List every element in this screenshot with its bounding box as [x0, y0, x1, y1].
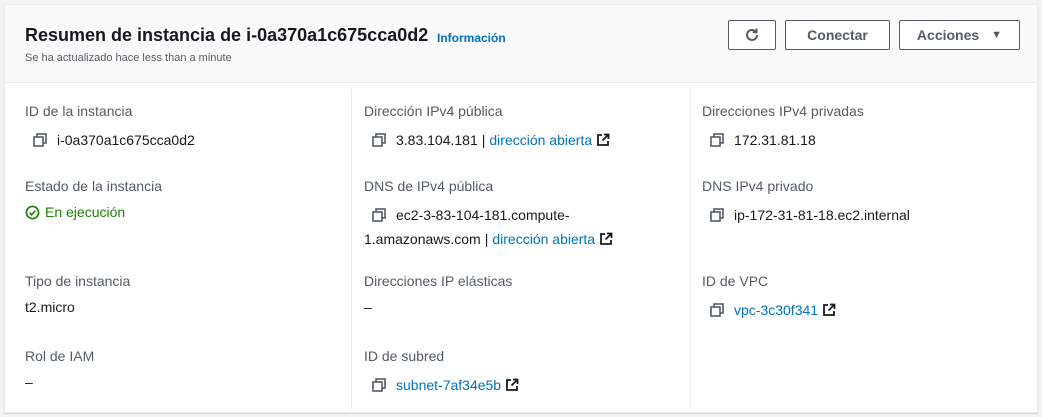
field-private-ipv4: Direcciones IPv4 privadas 172.31.81.18	[702, 103, 864, 148]
vpc-id-link[interactable]: vpc-3c30f341	[734, 302, 818, 318]
field-value: ip-172-31-81-18.ec2.internal	[710, 207, 910, 223]
copy-icon[interactable]	[372, 378, 386, 392]
separator: |	[484, 231, 489, 247]
copy-icon[interactable]	[710, 208, 724, 222]
field-label: DNS IPv4 privado	[702, 178, 814, 194]
field-public-ipv4: Dirección IPv4 pública 3.83.104.181 | di…	[364, 103, 610, 148]
subnet-id-link[interactable]: subnet-7af34e5b	[396, 377, 501, 393]
actions-dropdown[interactable]: Acciones ▼	[899, 20, 1020, 50]
field-label: DNS de IPv4 pública	[364, 178, 494, 194]
field-label: ID de subred	[364, 348, 445, 364]
field-label: Estado de la instancia	[25, 178, 162, 194]
field-label: Dirección IPv4 pública	[364, 103, 503, 119]
public-ipv4-value: 3.83.104.181	[396, 132, 478, 148]
public-dns-value-continued: 1.amazonaws.com	[364, 231, 481, 247]
caret-down-icon: ▼	[991, 29, 1003, 41]
instance-summary-panel: Resumen de instancia de i-0a370a1c675cca…	[4, 4, 1038, 413]
last-updated-text: Se ha actualizado hace less than a minut…	[25, 52, 232, 64]
field-private-dns: DNS IPv4 privado ip-172-31-81-18.ec2.int…	[702, 178, 910, 223]
public-dns-value: ec2-3-83-104-181.compute-	[396, 207, 570, 223]
iam-role-value: –	[25, 374, 33, 390]
external-link-icon[interactable]	[599, 232, 613, 246]
copy-icon[interactable]	[33, 133, 47, 147]
open-address-link[interactable]: dirección abierta	[489, 132, 592, 148]
column-divider	[690, 89, 691, 409]
status-badge: En ejecución	[25, 204, 162, 220]
actions-label: Acciones	[916, 27, 980, 43]
field-value: i-0a370a1c675cca0d2	[33, 132, 195, 148]
copy-icon[interactable]	[710, 133, 724, 147]
elastic-ip-value: –	[364, 299, 372, 315]
private-ipv4-value: 172.31.81.18	[734, 132, 816, 148]
field-label: Direcciones IPv4 privadas	[702, 103, 864, 119]
check-circle-icon	[25, 205, 40, 219]
instance-id-value: i-0a370a1c675cca0d2	[57, 132, 195, 148]
copy-icon[interactable]	[372, 208, 386, 222]
field-instance-type: Tipo de instancia t2.micro	[25, 273, 130, 315]
external-link-icon[interactable]	[596, 133, 610, 147]
field-vpc-id: ID de VPC vpc-3c30f341	[702, 273, 836, 318]
panel-header: Resumen de instancia de i-0a370a1c675cca…	[5, 5, 1037, 83]
copy-icon[interactable]	[710, 303, 724, 317]
separator: |	[481, 132, 486, 148]
field-value: 3.83.104.181 | dirección abierta	[372, 132, 610, 148]
page-title: Resumen de instancia de i-0a370a1c675cca…	[25, 25, 429, 45]
private-dns-value: ip-172-31-81-18.ec2.internal	[734, 207, 910, 223]
field-instance-state: Estado de la instancia En ejecución	[25, 178, 162, 220]
field-elastic-ip: Direcciones IP elásticas –	[364, 273, 512, 315]
copy-icon[interactable]	[372, 133, 386, 147]
field-subnet-id: ID de subred subnet-7af34e5b	[364, 348, 519, 393]
instance-state-value: En ejecución	[45, 204, 126, 220]
field-label: ID de la instancia	[25, 103, 133, 119]
field-public-dns: DNS de IPv4 pública ec2-3-83-104-181.com…	[364, 178, 613, 247]
field-value: 172.31.81.18	[710, 132, 864, 148]
field-value-continued: 1.amazonaws.com | dirección abierta	[364, 231, 613, 247]
info-link[interactable]: Información	[437, 31, 506, 45]
external-link-icon[interactable]	[822, 303, 836, 317]
instance-type-value: t2.micro	[25, 299, 75, 315]
field-label: Tipo de instancia	[25, 273, 131, 289]
column-divider	[351, 89, 352, 409]
field-value: vpc-3c30f341	[710, 302, 836, 318]
external-link-icon[interactable]	[505, 378, 519, 392]
field-label: Direcciones IP elásticas	[364, 273, 513, 289]
open-address-link[interactable]: dirección abierta	[492, 231, 595, 247]
field-label: Rol de IAM	[25, 348, 95, 364]
field-label: ID de VPC	[702, 273, 769, 289]
field-instance-id: ID de la instancia i-0a370a1c675cca0d2	[25, 103, 195, 148]
field-value: ec2-3-83-104-181.compute-	[372, 207, 613, 223]
field-iam-role: Rol de IAM –	[25, 348, 94, 390]
refresh-button[interactable]	[728, 20, 776, 50]
connect-button[interactable]: Conectar	[785, 20, 890, 50]
refresh-icon	[746, 28, 758, 41]
field-value: subnet-7af34e5b	[372, 377, 519, 393]
